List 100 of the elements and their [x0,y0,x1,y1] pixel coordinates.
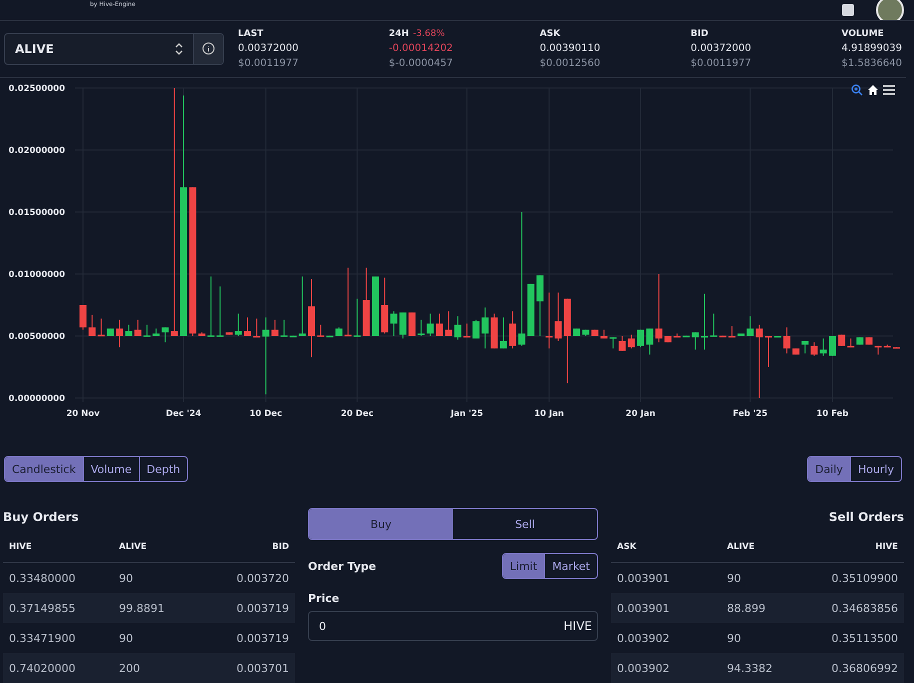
candlestick [390,310,398,336]
candlestick [746,316,754,336]
candlestick [610,336,617,349]
axis-label: 10 Jan [534,409,564,419]
zoom-icon[interactable] [851,84,863,96]
candlestick [354,298,361,337]
candlestick [116,319,124,348]
candlestick [80,304,86,330]
axis-label: 20 Dec [340,409,374,419]
column-header: BID [271,542,289,552]
candlestick [317,324,324,337]
axis-label: Jan '25 [450,409,484,419]
candlestick [728,326,736,338]
candlestick [436,313,443,336]
chart-type-tab[interactable]: Volume [82,457,139,481]
stat-label: BID [690,28,708,39]
candlestick [546,292,553,349]
table-cell-text: 0.37149855 [9,602,76,614]
order-type-tab[interactable]: Market [544,554,597,578]
order-type-tab[interactable]: Limit [502,554,544,578]
candlestick [98,318,105,336]
table-cell-text: 0.003901 [617,602,670,614]
candlestick [271,319,278,336]
candlestick [454,316,462,340]
candlestick [134,319,142,336]
axis-label: Dec '24 [166,409,202,419]
table-cell-text: 94.3382 [727,662,774,674]
candlestick [162,326,169,343]
stat-usd: $0.0011977 [690,58,752,69]
side-tab[interactable]: Sell [453,509,597,539]
column-header: ALIVE [727,542,756,552]
candlestick [692,332,699,350]
candlestick [518,212,526,346]
candlestick [710,313,718,337]
side-tab[interactable]: Buy [309,509,453,539]
candlestick [88,314,96,336]
table-cell-text: 0.36806992 [830,662,898,674]
candlestick [756,324,763,398]
unit-label: HIVE [564,619,592,633]
stat-value: 0.00372000 [690,42,752,54]
column-header: ALIVE [119,542,148,552]
stat-label: 24H [388,28,409,39]
candlestick [783,326,790,354]
candlestick [637,329,644,348]
stat-change: -3.68% [412,28,445,39]
candlestick [828,336,836,356]
candlestick [234,313,242,336]
interval-tab[interactable]: Hourly [850,457,901,481]
candlestick [500,316,507,349]
table-cell-text: 0.003719 [236,602,289,614]
candlestick [482,306,489,349]
section-title: Sell Orders [828,509,904,526]
table-cell-text: 99.8891 [119,602,166,614]
table-cell-text: 90 [119,632,134,644]
table-cell-text: 0.003720 [236,572,289,584]
column-header: ASK [617,542,638,552]
candlestick [463,323,470,338]
table-cell-text: 0.35109900 [830,572,898,584]
avatar[interactable] [876,0,904,20]
axis-label: 0.00000000 [8,394,65,404]
home-icon[interactable] [867,84,879,96]
interval-tab[interactable]: Daily [808,457,850,481]
menu-icon[interactable] [883,85,895,95]
table-cell-text: 0.003902 [617,662,670,674]
table-cell-text: 0.33471900 [9,632,76,644]
table-cell-text: 0.003701 [236,662,289,674]
stat-label: ASK [540,28,560,39]
stat-usd: $0.0012560 [540,58,602,69]
candlestick [262,316,270,395]
stat-usd: $-0.0000457 [388,58,454,69]
candlestick [170,88,178,336]
candlestick [399,312,406,339]
chart-type-tab[interactable]: Candlestick [5,457,83,481]
axis-label: 20 Jan [626,409,656,419]
candlestick [820,338,827,356]
table-cell-text: 0.003719 [236,632,289,644]
candlestick [445,310,452,336]
stat-usd: $0.0011977 [238,58,300,69]
candlestick [143,324,150,337]
candlestick [426,313,434,336]
section-title: Buy Orders [3,509,80,526]
axis-label: 0.01500000 [8,208,65,218]
candlestick [802,340,809,354]
candlestick [280,319,288,337]
axis-label: 20 Nov [66,409,100,419]
axis-label: 10 Dec [249,409,282,419]
axis-label: 10 Feb [816,409,849,419]
axis-label: 0.00500000 [8,332,65,342]
field-label: Order Type [308,560,376,572]
chart-type-tab[interactable]: Depth [138,457,188,481]
candlestick [344,267,352,336]
column-header: HIVE [874,542,898,552]
table-cell-text: 90 [727,572,742,584]
stat-value: 0.00372000 [238,42,300,54]
table-cell-text: 88.899 [727,602,766,614]
table-cell-text: 90 [727,632,742,644]
table-cell-text: 90 [119,572,134,584]
axis-label: 0.01000000 [8,270,65,280]
table-cell-text: 0.003902 [617,632,670,644]
table-cell-text: 0.34683856 [830,602,898,614]
